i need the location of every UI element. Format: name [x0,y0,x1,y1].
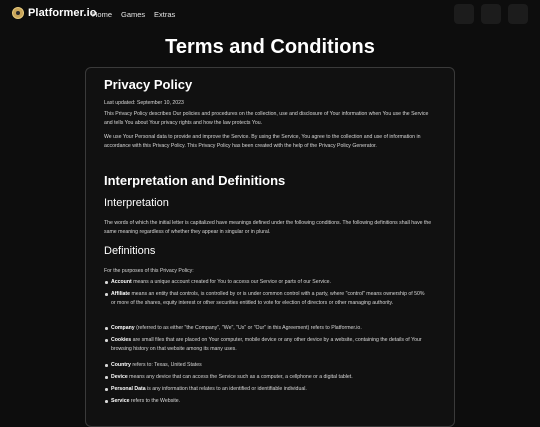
definition-text: (referred to as either "the Company", "W… [134,325,362,331]
list-item: Cookies are small files that are placed … [104,336,429,353]
interpretation-text: The words of which the initial letter is… [104,220,432,235]
top-nav: Platformer.io Home Games Extras [0,0,540,30]
definition-term: Personal Data [111,386,146,392]
definition-text: are small files that are placed on Your … [111,337,422,352]
definition-text: means an entity that controls, is contro… [111,291,425,306]
definition-term: Country [111,362,131,368]
privacy-policy-heading: Privacy Policy [104,77,193,92]
list-item: Affiliate means an entity that controls,… [104,290,429,307]
nav-link-games[interactable]: Games [121,10,145,19]
nav-button-1[interactable] [454,4,474,24]
nav-button-3[interactable] [508,4,528,24]
definitions-heading: Definitions [104,245,156,257]
list-item: Company (referred to as either "the Comp… [104,324,429,333]
brand-name: Platformer.io [28,7,97,19]
list-item: Personal Data is any information that re… [104,385,429,394]
definition-term: Affiliate [111,291,131,297]
last-updated: Last updated: September 10, 2023 [104,100,184,106]
logo-icon [12,7,24,19]
definition-term: Service [111,398,130,404]
brand-logo[interactable]: Platformer.io [12,7,97,19]
intro-paragraph-2: We use Your Personal data to provide and… [104,134,421,149]
nav-button-2[interactable] [481,4,501,24]
definition-term: Account [111,279,132,285]
definition-term: Company [111,325,135,331]
definition-text: refers to: Texas, United States [130,362,202,368]
definition-text: is any information that relates to an id… [145,386,307,392]
intro-paragraph-1: This Privacy Policy describes Our polici… [104,111,429,126]
nav-link-home[interactable]: Home [92,10,112,19]
list-item: Country refers to: Texas, United States [104,361,429,370]
definition-text: means a unique account created for You t… [131,279,332,285]
list-item: Account means a unique account created f… [104,278,429,287]
definition-term: Cookies [111,337,132,343]
policy-card: Privacy Policy Last updated: September 1… [85,67,455,427]
interpretation-heading: Interpretation [104,197,169,209]
definition-text: means any device that can access the Ser… [127,374,353,380]
definition-term: Device [111,374,128,380]
list-item: Device means any device that can access … [104,373,429,382]
list-item: Service refers to the Website. [104,397,429,406]
nav-link-extras[interactable]: Extras [154,10,175,19]
definition-text: refers to the Website. [129,398,181,404]
interpretation-definitions-heading: Interpretation and Definitions [104,173,286,188]
page-title: Terms and Conditions [165,36,375,58]
definitions-intro: For the purposes of this Privacy Policy: [104,268,194,274]
